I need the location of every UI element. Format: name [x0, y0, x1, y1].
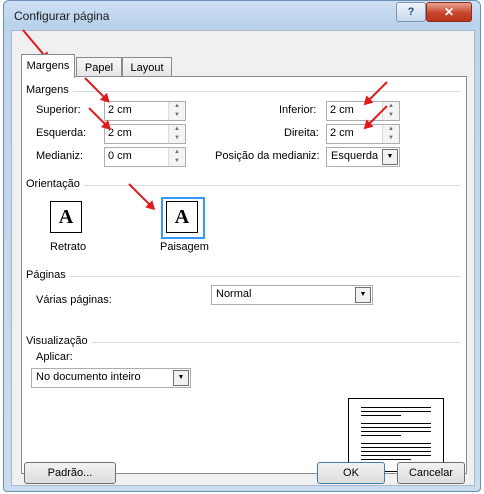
esquerda-spin-arrows[interactable]: ▲ ▼	[168, 125, 185, 143]
window-title: Configurar página	[14, 9, 110, 23]
landscape-option[interactable]: A Paisagem	[160, 197, 209, 257]
portrait-option[interactable]: A Retrato	[44, 201, 88, 255]
multiple-pages-value: Normal	[216, 288, 252, 300]
title-bar[interactable]: Configurar página ? ✕	[4, 1, 480, 31]
section-divider	[26, 185, 460, 186]
margins-section-title: Margens	[26, 84, 73, 96]
apply-to-value: No documento inteiro	[36, 371, 141, 383]
tab-panel-margens: Margens Superior: 2 cm ▲ ▼ Esquerda: 2 cm…	[21, 76, 467, 474]
inferior-label: Inferior:	[279, 104, 317, 116]
section-divider	[26, 276, 460, 277]
superior-value: 2 cm	[108, 104, 132, 116]
portrait-label: Retrato	[50, 241, 87, 253]
close-button[interactable]: ✕	[426, 2, 472, 22]
preview-line	[361, 415, 401, 416]
preview-line	[361, 447, 431, 448]
page-setup-dialog: Configurar página ? ✕ Margens Papel Layo…	[3, 0, 481, 492]
inferior-spin-arrows[interactable]: ▲ ▼	[382, 102, 399, 120]
page-preview	[348, 398, 444, 472]
superior-label: Superior:	[36, 104, 81, 116]
chevron-down-icon[interactable]: ▼	[382, 149, 398, 165]
superior-spinner[interactable]: 2 cm ▲ ▼	[104, 101, 186, 121]
dialog-body: Margens Papel Layout Margens Superior: 2…	[11, 30, 475, 486]
preview-line	[361, 407, 431, 408]
apply-label: Aplicar:	[36, 351, 73, 363]
multiple-pages-label: Várias páginas:	[36, 294, 112, 306]
preview-line	[361, 427, 431, 428]
preview-line	[361, 423, 431, 424]
tab-papel[interactable]: Papel	[76, 57, 122, 78]
default-button[interactable]: Padrão...	[24, 462, 116, 484]
gutter-position-label: Posição da medianiz:	[215, 150, 320, 162]
pages-section-title: Páginas	[26, 269, 70, 281]
esquerda-spinner[interactable]: 2 cm ▲ ▼	[104, 124, 186, 144]
landscape-label: Paisagem	[160, 241, 209, 253]
direita-spin-arrows[interactable]: ▲ ▼	[382, 125, 399, 143]
landscape-page-icon: A	[166, 201, 198, 233]
preview-section-title: Visualização	[26, 335, 92, 347]
tab-layout[interactable]: Layout	[122, 57, 172, 78]
medianiz-value: 0 cm	[108, 150, 132, 162]
help-button[interactable]: ?	[396, 2, 426, 22]
gutter-position-select[interactable]: Esquerda ▼	[326, 147, 400, 167]
apply-to-select[interactable]: No documento inteiro ▼	[31, 368, 191, 388]
medianiz-spin-arrows[interactable]: ▲ ▼	[168, 148, 185, 166]
esquerda-label: Esquerda:	[36, 127, 87, 139]
chevron-down-icon[interactable]: ▼	[173, 370, 189, 386]
tab-margens[interactable]: Margens	[21, 54, 75, 78]
ok-button[interactable]: OK	[317, 462, 385, 484]
section-divider	[26, 91, 460, 92]
orientation-section-title: Orientação	[26, 178, 84, 190]
gutter-position-value: Esquerda	[331, 150, 379, 162]
medianiz-spinner[interactable]: 0 cm ▲ ▼	[104, 147, 186, 167]
superior-spin-arrows[interactable]: ▲ ▼	[168, 102, 185, 120]
preview-line	[361, 435, 401, 436]
inferior-value: 2 cm	[330, 104, 354, 116]
portrait-page-icon: A	[50, 201, 82, 233]
medianiz-label: Medianiz:	[36, 150, 84, 162]
chevron-down-icon[interactable]: ▼	[355, 287, 371, 303]
cancel-button[interactable]: Cancelar	[397, 462, 465, 484]
preview-line	[361, 431, 431, 432]
direita-value: 2 cm	[330, 127, 354, 139]
preview-line	[361, 411, 431, 412]
preview-line	[361, 443, 431, 444]
multiple-pages-select[interactable]: Normal ▼	[211, 285, 373, 305]
preview-line	[361, 455, 431, 456]
direita-label: Direita:	[284, 127, 319, 139]
preview-line	[361, 459, 411, 460]
preview-line	[361, 451, 431, 452]
